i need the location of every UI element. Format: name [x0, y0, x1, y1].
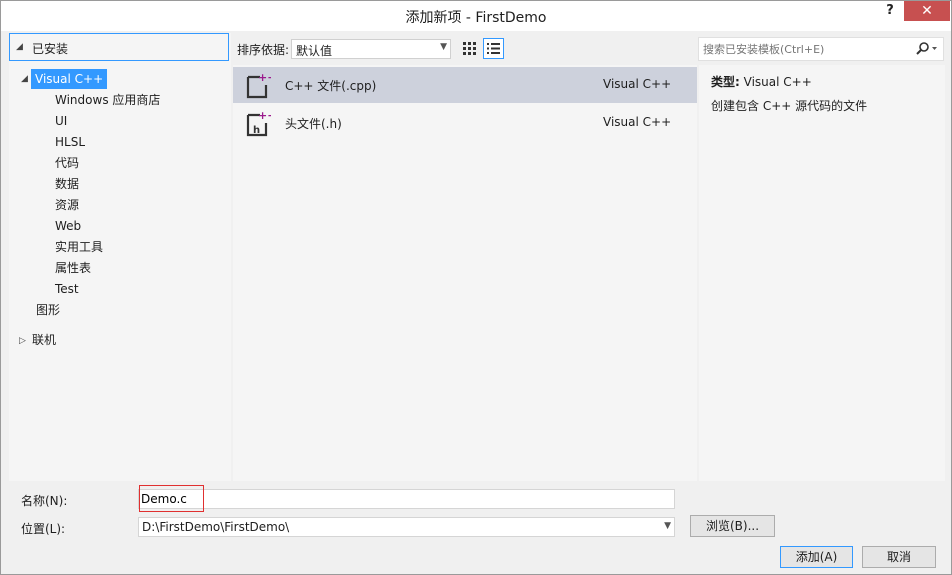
location-value: D:\FirstDemo\FirstDemo\: [142, 520, 290, 534]
grid-view-icon: [463, 42, 476, 55]
tree-item-property-sheet[interactable]: 属性表: [55, 258, 91, 278]
tree-item-resource[interactable]: 资源: [55, 195, 79, 215]
category-tree: ◢ 已安装 ◢ Visual C++ Windows 应用商店 UI HLSL …: [9, 33, 231, 481]
grid-view-button[interactable]: [460, 39, 478, 57]
expand-triangle-icon[interactable]: ◢: [21, 74, 28, 84]
template-item-header[interactable]: h ++ 头文件(.h) Visual C++: [233, 105, 697, 141]
sort-by-label: 排序依据:: [237, 43, 290, 57]
search-icon[interactable]: [914, 41, 940, 57]
search-input[interactable]: [703, 41, 903, 57]
svg-text:++: ++: [258, 71, 271, 84]
tree-item-utility[interactable]: 实用工具: [55, 237, 103, 257]
title-bar: 添加新项 - FirstDemo ? ✕: [1, 1, 951, 31]
expand-right-triangle-icon[interactable]: ▷: [19, 336, 26, 346]
type-label: 类型:: [711, 75, 740, 89]
svg-text:h: h: [253, 125, 260, 136]
template-list: ++ C++ 文件(.cpp) Visual C++ h ++ 头文件(.h) …: [233, 65, 697, 481]
installed-label: 已安装: [32, 42, 69, 56]
type-info: 类型: Visual C++: [711, 73, 812, 90]
name-input[interactable]: [141, 491, 661, 507]
browse-button[interactable]: 浏览(B)...: [690, 515, 775, 537]
close-button[interactable]: ✕: [904, 1, 950, 21]
close-icon: ✕: [921, 3, 933, 19]
add-new-item-dialog: 添加新项 - FirstDemo ? ✕ ◢ 已安装 ◢ Visual C++ …: [0, 0, 952, 575]
template-name: 头文件(.h): [285, 117, 342, 131]
annotation-highlight-box: [139, 485, 204, 512]
type-value: Visual C++: [743, 75, 812, 89]
template-type: Visual C++: [603, 115, 672, 129]
tree-item-online[interactable]: 联机: [32, 330, 56, 350]
chevron-down-icon: ▼: [664, 521, 671, 531]
tree-item-visual-cpp[interactable]: Visual C++: [31, 69, 108, 89]
template-item-cpp[interactable]: ++ C++ 文件(.cpp) Visual C++: [233, 67, 697, 103]
template-name: C++ 文件(.cpp): [285, 79, 377, 93]
cancel-button[interactable]: 取消: [862, 546, 936, 568]
template-type: Visual C++: [603, 77, 672, 91]
name-field[interactable]: [138, 489, 675, 509]
sort-by-value: 默认值: [296, 44, 333, 58]
header-file-icon: h ++: [246, 109, 271, 137]
details-panel: 类型: Visual C++ 创建包含 C++ 源代码的文件: [699, 65, 945, 481]
location-label: 位置(L):: [21, 522, 66, 536]
template-description: 创建包含 C++ 源代码的文件: [711, 99, 868, 113]
tree-item-code[interactable]: 代码: [55, 153, 79, 173]
tree-item-ui[interactable]: UI: [55, 111, 67, 131]
list-view-button[interactable]: [483, 38, 504, 59]
installed-section-header[interactable]: ◢ 已安装: [9, 33, 229, 61]
help-button[interactable]: ?: [881, 3, 899, 23]
name-label: 名称(N):: [21, 494, 68, 508]
tree-item-hlsl[interactable]: HLSL: [55, 132, 85, 152]
tree-item-test[interactable]: Test: [55, 279, 79, 299]
template-search-box[interactable]: [698, 37, 944, 61]
location-select[interactable]: D:\FirstDemo\FirstDemo\ ▼: [138, 517, 675, 537]
collapse-triangle-icon: ◢: [16, 42, 23, 52]
svg-text:++: ++: [258, 109, 271, 122]
tree-item-web[interactable]: Web: [55, 216, 81, 236]
chevron-down-icon: ▼: [440, 42, 447, 52]
window-title: 添加新项 - FirstDemo: [405, 10, 547, 26]
tree-item-data[interactable]: 数据: [55, 174, 79, 194]
sort-by-select[interactable]: 默认值 ▼: [291, 39, 451, 59]
list-view-icon: [487, 43, 500, 54]
tree-item-graphics[interactable]: 图形: [36, 300, 60, 320]
tree-item-windows-store[interactable]: Windows 应用商店: [55, 90, 160, 110]
cpp-file-icon: ++: [246, 71, 271, 99]
add-button[interactable]: 添加(A): [780, 546, 853, 568]
